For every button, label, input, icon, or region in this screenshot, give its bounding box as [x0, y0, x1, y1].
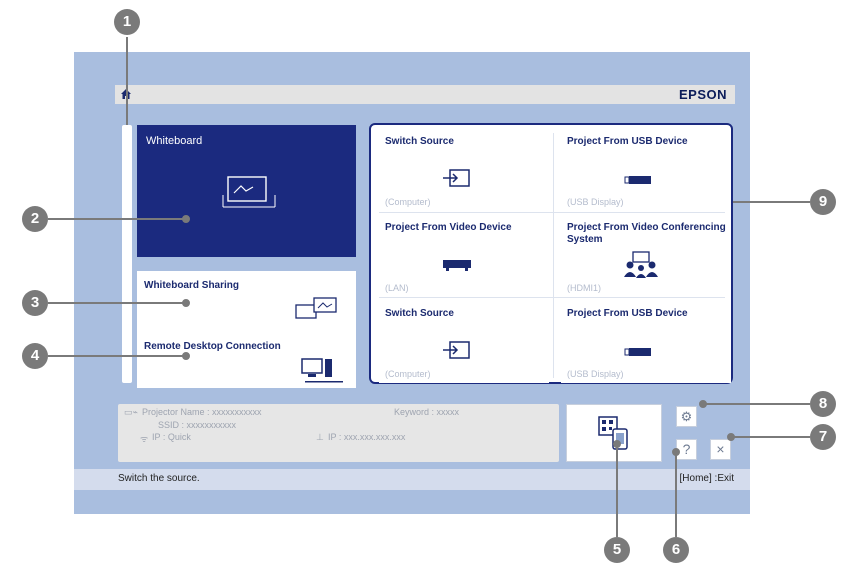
callout-6: 6 — [663, 537, 689, 563]
callout-2: 2 — [22, 206, 48, 232]
callout-4: 4 — [22, 343, 48, 369]
callout-3: 3 — [22, 290, 48, 316]
callout-5: 5 — [604, 537, 630, 563]
callout-9: 9 — [810, 189, 836, 215]
callout-1: 1 — [114, 9, 140, 35]
callout-leader-lines — [48, 37, 810, 537]
callout-8: 8 — [810, 391, 836, 417]
callout-7: 7 — [810, 424, 836, 450]
